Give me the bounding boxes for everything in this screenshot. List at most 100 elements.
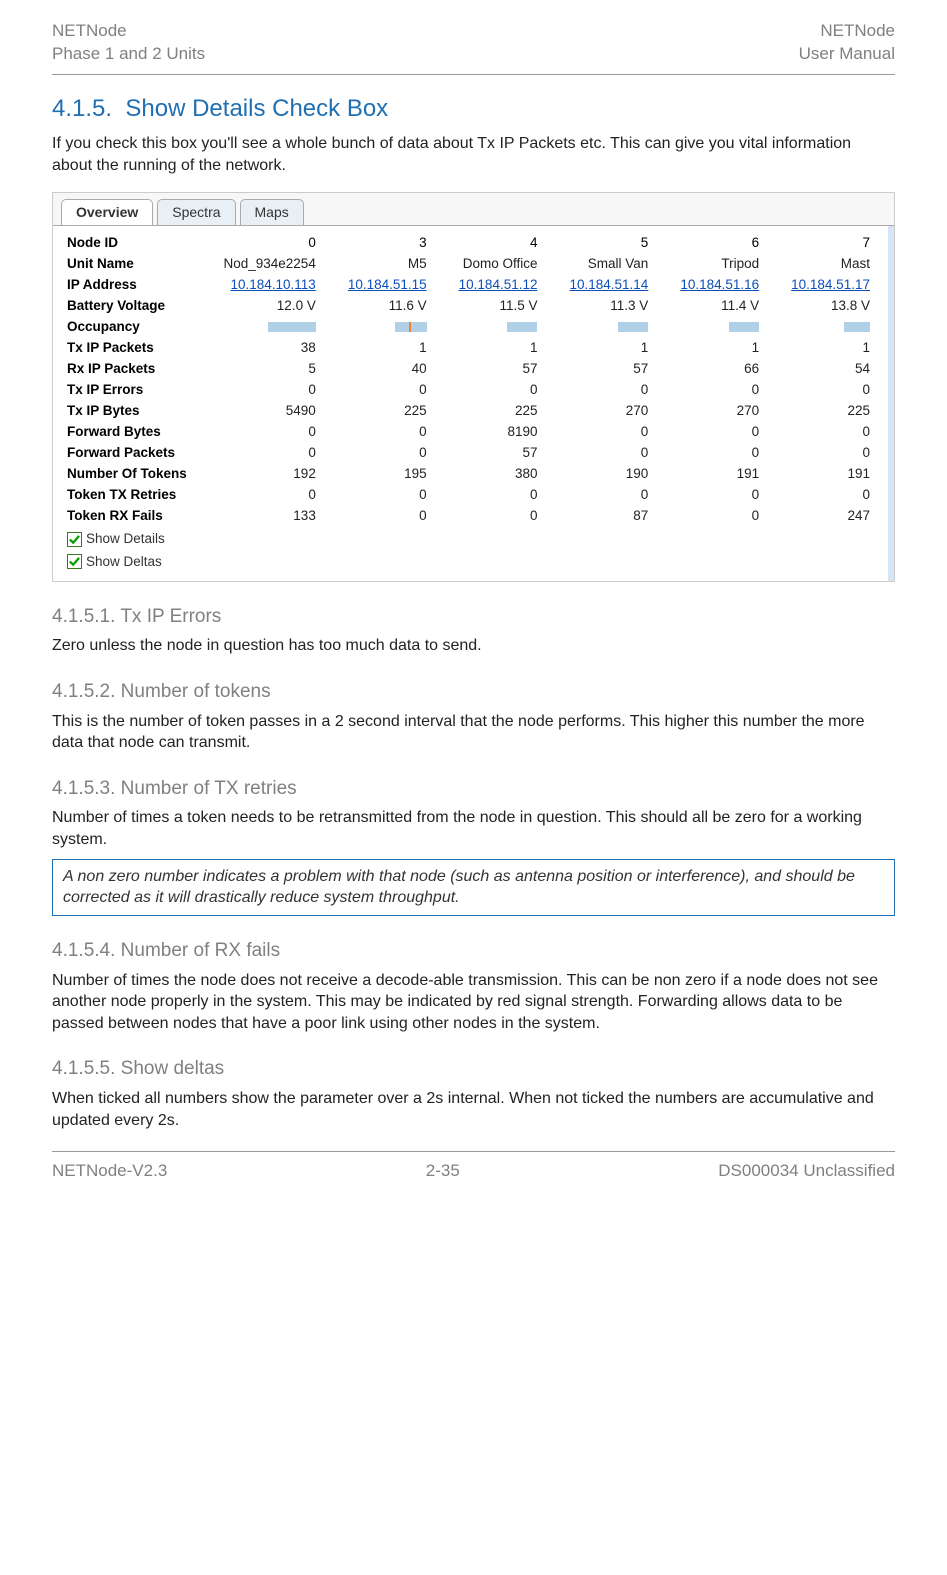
- cell-value: 0: [767, 423, 878, 441]
- tab-overview[interactable]: Overview: [61, 199, 153, 225]
- note-box: A non zero number indicates a problem wi…: [52, 859, 895, 916]
- cell-value: 0: [213, 423, 324, 441]
- cell-value: 38: [213, 339, 324, 357]
- cell-value: 247: [767, 507, 878, 525]
- node-id: 3: [324, 234, 435, 252]
- battery-voltage: 11.5 V: [435, 297, 546, 315]
- table-row: Token RX Fails 13300870247: [67, 505, 878, 526]
- ip-cell: 10.184.51.15: [324, 276, 435, 294]
- cell-value: 0: [767, 486, 878, 504]
- battery-voltage: 13.8 V: [767, 297, 878, 315]
- tab-maps[interactable]: Maps: [240, 199, 304, 225]
- cell-value: 0: [324, 486, 435, 504]
- table-row: Forward Bytes 008190000: [67, 421, 878, 442]
- tab-spectra[interactable]: Spectra: [157, 199, 235, 225]
- cell-value: 0: [435, 381, 546, 399]
- battery-voltage: 11.3 V: [545, 297, 656, 315]
- ip-link[interactable]: 10.184.51.17: [791, 277, 870, 292]
- cell-value: 40: [324, 360, 435, 378]
- battery-voltage: 11.4 V: [656, 297, 767, 315]
- network-table: Node ID 034567 Unit Name Nod_934e2254M5D…: [53, 226, 894, 580]
- cell-value: 270: [656, 402, 767, 420]
- cell-value: 57: [435, 444, 546, 462]
- cell-value: 225: [324, 402, 435, 420]
- cell-value: 270: [545, 402, 656, 420]
- intro-paragraph: If you check this box you'll see a whole…: [52, 133, 895, 176]
- cell-value: 0: [324, 507, 435, 525]
- ip-cell: 10.184.51.16: [656, 276, 767, 294]
- cell-value: 0: [545, 423, 656, 441]
- cell-value: 0: [324, 423, 435, 441]
- ip-link[interactable]: 10.184.51.14: [569, 277, 648, 292]
- occupancy-bar: [268, 322, 316, 332]
- cell-value: 192: [213, 465, 324, 483]
- unit-name: Small Van: [545, 255, 656, 273]
- tab-bar: Overview Spectra Maps: [53, 193, 894, 226]
- cell-value: 0: [656, 381, 767, 399]
- cell-value: 0: [324, 381, 435, 399]
- cell-value: 0: [656, 486, 767, 504]
- cell-value: 225: [435, 402, 546, 420]
- cell-value: 133: [213, 507, 324, 525]
- header-product-r: NETNode: [799, 20, 895, 43]
- body-text: Number of times a token needs to be retr…: [52, 807, 895, 850]
- cell-value: 380: [435, 465, 546, 483]
- occupancy-cell: [213, 322, 324, 332]
- header-product: NETNode: [52, 20, 205, 43]
- unit-name: M5: [324, 255, 435, 273]
- cell-value: 54: [767, 360, 878, 378]
- ip-cell: 10.184.51.17: [767, 276, 878, 294]
- table-row: Occupancy: [67, 316, 878, 337]
- cell-value: 225: [767, 402, 878, 420]
- occupancy-cell: [656, 322, 767, 332]
- node-id: 4: [435, 234, 546, 252]
- footer-rule: [52, 1151, 895, 1152]
- cell-value: 0: [656, 507, 767, 525]
- footer-page-number: 2-35: [426, 1160, 460, 1183]
- cell-value: 0: [213, 381, 324, 399]
- cell-value: 66: [656, 360, 767, 378]
- cell-value: 0: [545, 381, 656, 399]
- cell-value: 57: [435, 360, 546, 378]
- unit-name: Mast: [767, 255, 878, 273]
- node-id: 0: [213, 234, 324, 252]
- cell-value: 0: [435, 486, 546, 504]
- table-row: Rx IP Packets 54057576654: [67, 358, 878, 379]
- ip-link[interactable]: 10.184.51.16: [680, 277, 759, 292]
- ip-link[interactable]: 10.184.51.12: [459, 277, 538, 292]
- occupancy-cell: [324, 322, 435, 332]
- occupancy-bar: [729, 322, 759, 332]
- occupancy-bar: [844, 322, 870, 332]
- cell-value: 0: [324, 444, 435, 462]
- overview-panel: Overview Spectra Maps Node ID 034567 Uni…: [52, 192, 895, 581]
- cell-value: 0: [767, 444, 878, 462]
- ip-link[interactable]: 10.184.51.15: [348, 277, 427, 292]
- footer-version: NETNode-V2.3: [52, 1160, 167, 1183]
- table-row: Token TX Retries 000000: [67, 484, 878, 505]
- table-row: Number Of Tokens 192195380190191191: [67, 463, 878, 484]
- cell-value: 0: [213, 444, 324, 462]
- header-rule: [52, 74, 895, 75]
- battery-voltage: 11.6 V: [324, 297, 435, 315]
- node-id: 5: [545, 234, 656, 252]
- subheading: 4.1.5.4. Number of RX fails: [52, 938, 895, 964]
- show-deltas-checkbox[interactable]: [67, 554, 82, 569]
- table-row: Tx IP Bytes 5490225225270270225: [67, 400, 878, 421]
- cell-value: 195: [324, 465, 435, 483]
- ip-link[interactable]: 10.184.10.113: [230, 277, 315, 292]
- body-text: This is the number of token passes in a …: [52, 711, 895, 754]
- header-subtitle: Phase 1 and 2 Units: [52, 43, 205, 66]
- node-id: 7: [767, 234, 878, 252]
- cell-value: 0: [767, 381, 878, 399]
- unit-name: Tripod: [656, 255, 767, 273]
- body-text: When ticked all numbers show the paramet…: [52, 1088, 895, 1131]
- table-row: Unit Name Nod_934e2254M5Domo OfficeSmall…: [67, 253, 878, 274]
- page-header: NETNode Phase 1 and 2 Units NETNode User…: [52, 20, 895, 66]
- subheading: 4.1.5.3. Number of TX retries: [52, 776, 895, 802]
- cell-value: 191: [767, 465, 878, 483]
- occupancy-bar: [618, 322, 648, 332]
- show-details-checkbox[interactable]: [67, 532, 82, 547]
- occupancy-cell: [435, 322, 546, 332]
- footer-classification: DS000034 Unclassified: [718, 1160, 895, 1183]
- cell-value: 5490: [213, 402, 324, 420]
